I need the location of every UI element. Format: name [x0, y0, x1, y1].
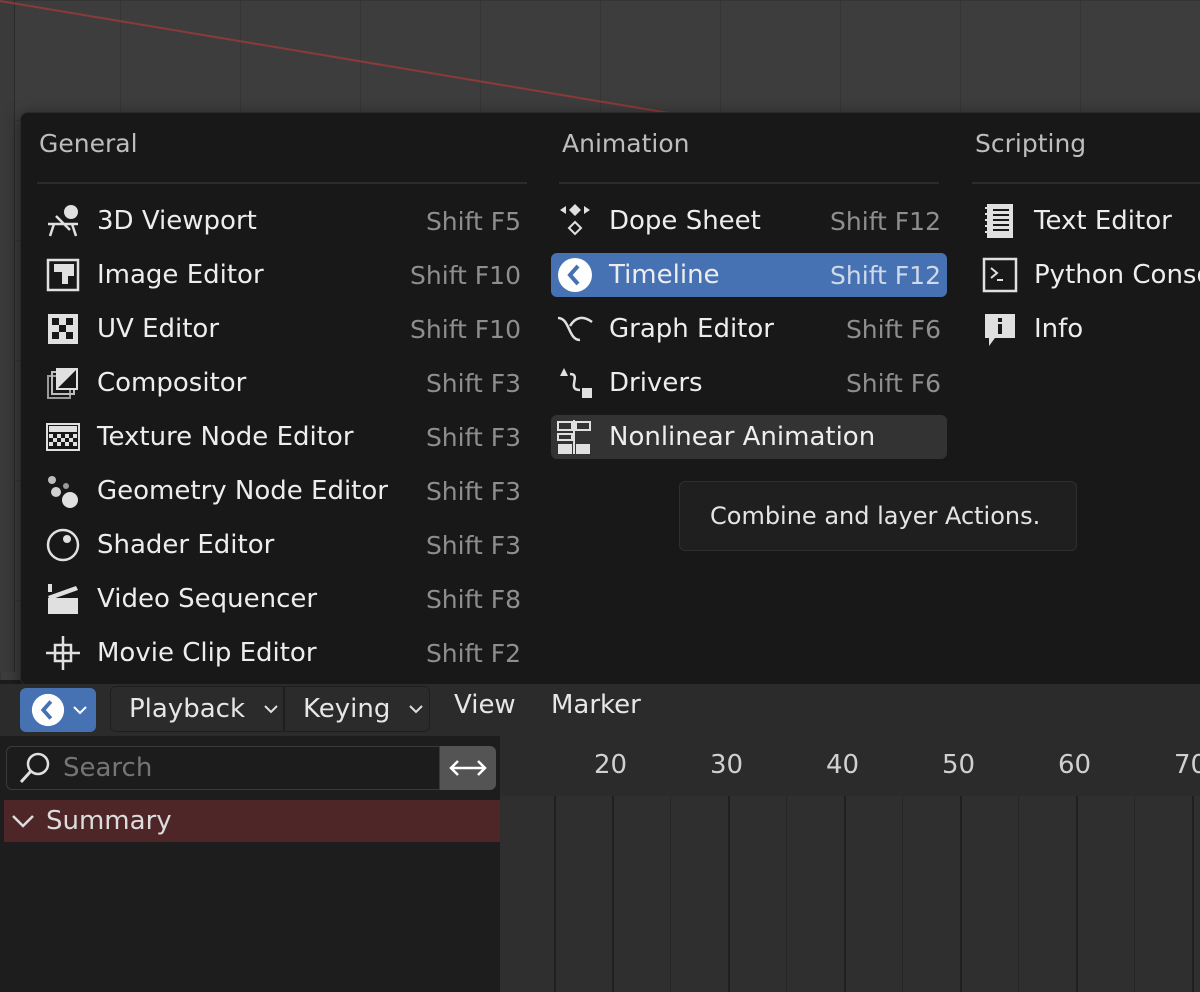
- menu-item-info[interactable]: Info: [976, 307, 1200, 351]
- x-axis-line: [0, 0, 691, 118]
- summary-label: Summary: [46, 806, 172, 836]
- chevron-down-icon[interactable]: [10, 812, 36, 830]
- grid-line: [1076, 796, 1078, 992]
- menu-item-nonlinear-animation[interactable]: Nonlinear Animation: [551, 415, 947, 459]
- viewport-edge: [0, 0, 15, 672]
- menu-item-3d-viewport[interactable]: 3D Viewport Shift F5: [39, 199, 527, 243]
- search-icon: [17, 750, 53, 786]
- shortcut: Shift F6: [845, 314, 941, 344]
- grid-line: [1192, 796, 1194, 992]
- chevron-down-icon: [263, 703, 279, 715]
- frame-tick: 70: [1174, 750, 1200, 780]
- menu-item-timeline[interactable]: Timeline Shift F12: [551, 253, 947, 297]
- menu-item-uv-editor[interactable]: UV Editor Shift F10: [39, 307, 527, 351]
- playback-label: Playback: [129, 694, 246, 724]
- text-editor-icon: [980, 201, 1020, 241]
- timeline-icon: [555, 255, 595, 295]
- shortcut: Shift F3: [425, 422, 521, 452]
- chevron-down-icon: [72, 704, 88, 716]
- grid-line: [1018, 796, 1019, 992]
- viewport-3d-icon: [43, 201, 83, 241]
- grid-line: [612, 796, 614, 992]
- swap-direction-button[interactable]: [440, 746, 496, 790]
- texture-node-icon: [43, 417, 83, 457]
- playback-menu[interactable]: Playback: [110, 686, 284, 732]
- menu-item-compositor[interactable]: Compositor Shift F3: [39, 361, 527, 405]
- drivers-icon: [555, 363, 595, 403]
- column-title-animation: Animation: [562, 129, 690, 158]
- chevron-down-icon: [408, 703, 424, 715]
- grid-line: [960, 796, 962, 992]
- shortcut: Shift F10: [410, 314, 521, 344]
- shortcut: Shift F3: [425, 368, 521, 398]
- geometry-node-icon: [43, 471, 83, 511]
- menu-item-movie-clip-editor[interactable]: Movie Clip Editor Shift F2: [39, 631, 527, 675]
- frame-ruler[interactable]: 20 30 40 50 60 70: [500, 736, 1200, 796]
- keying-label: Keying: [303, 694, 391, 724]
- frame-tick: 30: [710, 750, 744, 780]
- shortcut: Shift F8: [425, 584, 521, 614]
- grid-line: [902, 796, 903, 992]
- channel-region: Summary: [0, 736, 500, 992]
- menu-item-shader-editor[interactable]: Shader Editor Shift F3: [39, 523, 527, 567]
- view-menu[interactable]: View: [454, 690, 516, 720]
- marker-menu[interactable]: Marker: [551, 690, 641, 720]
- grid-line: [1134, 796, 1135, 992]
- shortcut: Shift F3: [425, 530, 521, 560]
- frame-tick: 50: [942, 750, 976, 780]
- frame-tick: 40: [826, 750, 860, 780]
- column-title-general: General: [39, 129, 138, 158]
- menu-item-texture-node-editor[interactable]: Texture Node Editor Shift F3: [39, 415, 527, 459]
- menu-item-image-editor[interactable]: Image Editor Shift F10: [39, 253, 527, 297]
- shortcut: Shift F6: [845, 368, 941, 398]
- tooltip: Combine and layer Actions.: [679, 481, 1077, 551]
- grid-line: [670, 796, 671, 992]
- editor-type-button[interactable]: [20, 688, 96, 732]
- menu-item-drivers[interactable]: Drivers Shift F6: [551, 361, 947, 405]
- shortcut: Shift F10: [410, 260, 521, 290]
- column-divider: [972, 182, 1200, 184]
- shortcut: Shift F2: [425, 638, 521, 668]
- keyframe-grid[interactable]: [500, 796, 1200, 992]
- movie-clip-icon: [43, 633, 83, 673]
- menu-item-geometry-node-editor[interactable]: Geometry Node Editor Shift F3: [39, 469, 527, 513]
- grid-line: [554, 796, 556, 992]
- menu-item-video-sequencer[interactable]: Video Sequencer Shift F8: [39, 577, 527, 621]
- shortcut: Shift F12: [830, 260, 941, 290]
- uv-editor-icon: [43, 309, 83, 349]
- column-title-scripting: Scripting: [975, 129, 1087, 158]
- timeline-area[interactable]: 20 30 40 50 60 70: [500, 736, 1200, 992]
- frame-tick: 60: [1058, 750, 1092, 780]
- timeline-header: Playback Keying View Marker: [0, 684, 1200, 736]
- compositor-icon: [43, 363, 83, 403]
- column-divider: [37, 182, 527, 184]
- python-console-icon: [980, 255, 1020, 295]
- shortcut: Shift F5: [425, 206, 521, 236]
- search-input[interactable]: [61, 752, 405, 784]
- editor-type-menu: General Animation Scripting 3D Viewport …: [20, 112, 1200, 686]
- menu-item-text-editor[interactable]: Text Editor: [976, 199, 1200, 243]
- channel-search: [6, 746, 440, 790]
- menu-item-graph-editor[interactable]: Graph Editor Shift F6: [551, 307, 947, 351]
- grid-line: [786, 796, 787, 992]
- image-editor-icon: [43, 255, 83, 295]
- shader-editor-icon: [43, 525, 83, 565]
- column-divider: [559, 182, 939, 184]
- shortcut: Shift F3: [425, 476, 521, 506]
- shortcut: Shift F12: [830, 206, 941, 236]
- frame-tick: 20: [594, 750, 628, 780]
- info-icon: [980, 309, 1020, 349]
- double-arrow-icon: [449, 756, 487, 780]
- summary-channel[interactable]: Summary: [4, 800, 500, 842]
- grid-line: [844, 796, 846, 992]
- graph-editor-icon: [555, 309, 595, 349]
- nla-icon: [555, 417, 595, 457]
- timeline-icon: [30, 692, 66, 728]
- video-sequencer-icon: [43, 579, 83, 619]
- dope-sheet-icon: [555, 201, 595, 241]
- keying-menu[interactable]: Keying: [284, 686, 430, 732]
- menu-item-dope-sheet[interactable]: Dope Sheet Shift F12: [551, 199, 947, 243]
- menu-item-python-console[interactable]: Python Conso: [976, 253, 1200, 297]
- grid-line: [728, 796, 730, 992]
